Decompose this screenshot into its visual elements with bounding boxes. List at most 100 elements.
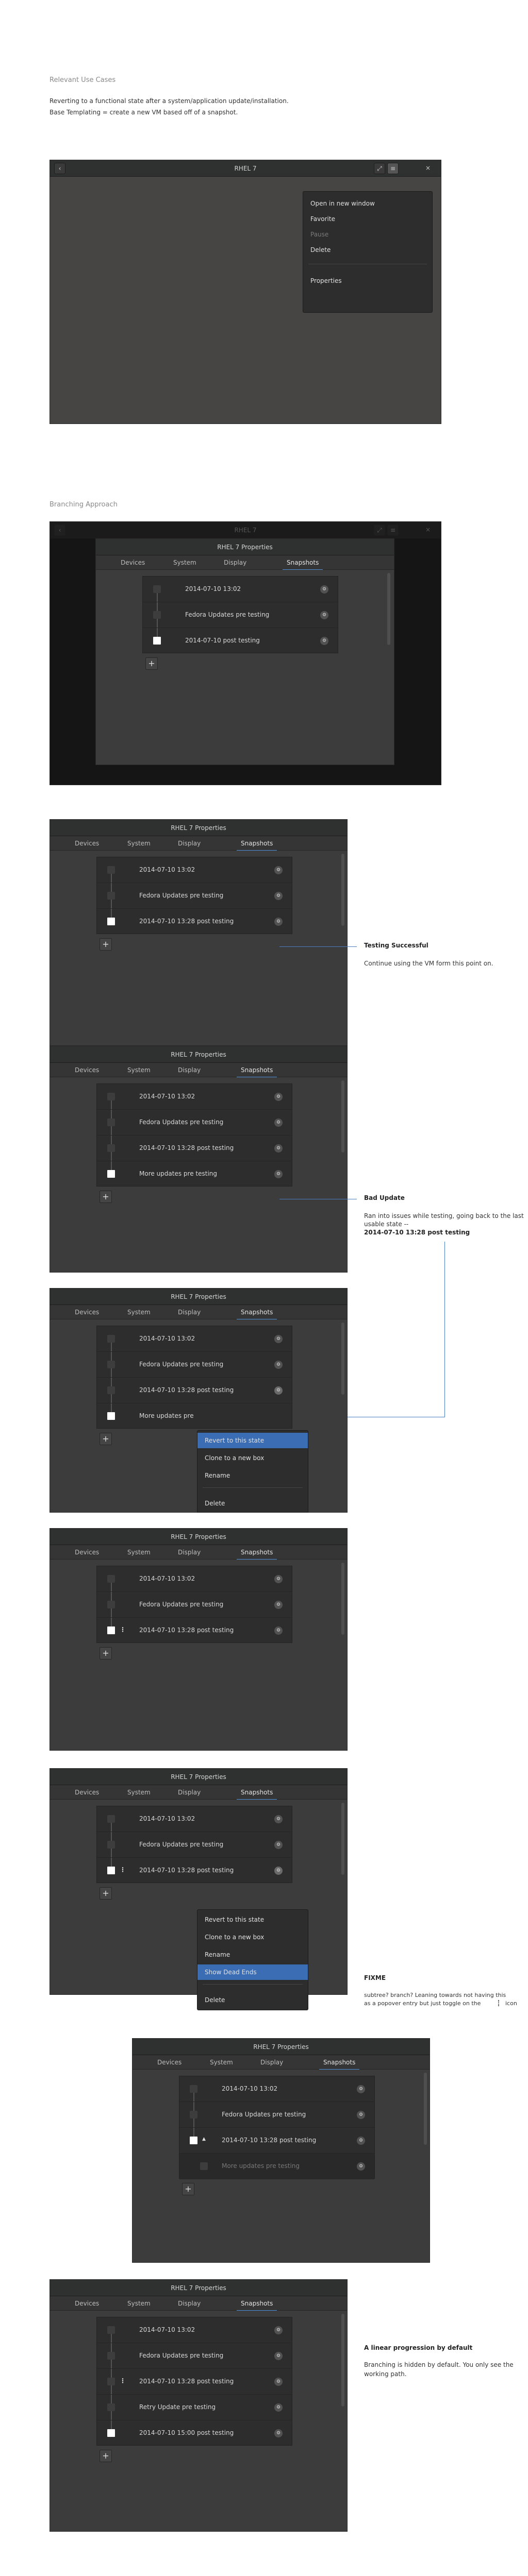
snapshot-row[interactable]: Fedora Updates pre testing ⚙ [97, 883, 292, 909]
gear-icon[interactable]: ⚙ [274, 1626, 283, 1635]
menu-delete[interactable]: Delete [197, 1496, 308, 1511]
snapshot-row-current[interactable]: ▲ 2014-07-10 13:28 post testing ⚙ [179, 2128, 374, 2154]
gear-icon[interactable]: ⚙ [274, 2326, 283, 2334]
branch-dots-icon[interactable]: ⋮ [120, 2377, 126, 2384]
tab-snapshots[interactable]: Snapshots [236, 1309, 277, 1320]
snapshot-row[interactable]: 2014-07-10 13:28 post testing ⚙ [97, 1136, 292, 1161]
gear-icon[interactable]: ⚙ [274, 2429, 283, 2437]
collapse-triangle-icon[interactable]: ▲ [202, 2137, 206, 2142]
tab-devices[interactable]: Devices [157, 2059, 182, 2066]
tab-devices[interactable]: Devices [75, 1309, 99, 1316]
add-snapshot-button[interactable]: + [100, 2450, 112, 2462]
tab-system[interactable]: System [127, 2300, 151, 2307]
menu-clone[interactable]: Clone to a new box [197, 1929, 308, 1945]
menu-clone[interactable]: Clone to a new box [197, 1450, 308, 1466]
menu-favorite[interactable]: Favorite [303, 211, 432, 227]
close-icon[interactable]: × [422, 524, 434, 536]
snapshot-row[interactable]: 2014-07-10 13:02 ⚙ [97, 857, 292, 883]
snapshot-row[interactable]: 2014-07-10 13:02 ⚙ [97, 1084, 292, 1110]
tab-system[interactable]: System [127, 1789, 151, 1796]
close-icon[interactable]: × [422, 163, 434, 174]
tab-display[interactable]: Display [260, 2059, 283, 2066]
snapshot-row-current[interactable]: 2014-07-10 13:28 post testing ⚙ [97, 909, 292, 935]
menu-show-dead-ends[interactable]: Show Dead Ends [197, 1964, 308, 1980]
scrollbar[interactable] [387, 573, 390, 645]
snapshot-row-current[interactable]: More updates pre testing ⚙ [97, 1161, 292, 1187]
gear-icon[interactable]: ⚙ [274, 1815, 283, 1823]
snapshot-row[interactable]: Fedora Updates pre testing ⚙ [97, 1110, 292, 1136]
scrollbar[interactable] [341, 1563, 344, 1635]
gear-icon[interactable]: ⚙ [274, 1841, 283, 1849]
snapshot-row[interactable]: Retry Update pre testing ⚙ [97, 2395, 292, 2420]
tab-snapshots[interactable]: Snapshots [236, 1066, 277, 1078]
snapshot-row-current[interactable]: More updates pre [97, 1403, 292, 1429]
menu-rename[interactable]: Rename [197, 1947, 308, 1962]
snapshot-row-current[interactable]: ⋮ 2014-07-10 13:28 post testing ⚙ [97, 1858, 292, 1884]
tab-snapshots[interactable]: Snapshots [236, 840, 277, 851]
tab-display[interactable]: Display [178, 1066, 201, 1074]
menu-rename[interactable]: Rename [197, 1468, 308, 1483]
tab-snapshots[interactable]: Snapshots [319, 2059, 360, 2070]
gear-icon[interactable]: ⚙ [274, 866, 283, 874]
tab-system[interactable]: System [210, 2059, 233, 2066]
gear-icon[interactable]: ⚙ [274, 2403, 283, 2412]
scrollbar[interactable] [424, 2073, 427, 2145]
menu-icon[interactable]: ≡ [387, 524, 399, 536]
snapshot-row[interactable]: Fedora Updates pre testing ⚙ [179, 2102, 374, 2128]
tab-display[interactable]: Display [178, 1549, 201, 1556]
add-snapshot-button[interactable]: + [100, 1647, 112, 1659]
menu-icon[interactable]: ≡ [387, 163, 399, 174]
add-snapshot-button[interactable]: + [100, 1191, 112, 1203]
gear-icon[interactable]: ⚙ [320, 611, 328, 619]
snapshot-row[interactable]: 2014-07-10 13:02 ⚙ [97, 1326, 292, 1352]
menu-delete[interactable]: Delete [303, 242, 432, 258]
snapshot-row[interactable]: 2014-07-10 13:28 post testing ⚙ [97, 1378, 292, 1403]
gear-icon[interactable]: ⚙ [357, 2137, 365, 2145]
snapshot-row[interactable]: 2014-07-10 13:02 ⚙ [97, 2317, 292, 2343]
scrollbar[interactable] [341, 1323, 344, 1395]
snapshot-row[interactable]: Fedora Updates pre testing ⚙ [97, 1352, 292, 1378]
tab-devices[interactable]: Devices [75, 1549, 99, 1556]
add-snapshot-button[interactable]: + [145, 657, 158, 670]
tab-display[interactable]: Display [178, 1789, 201, 1796]
add-snapshot-button[interactable]: + [182, 2183, 194, 2195]
snapshot-row-current[interactable]: 2014-07-10 15:00 post testing ⚙ [97, 2420, 292, 2446]
snapshot-row[interactable]: 2014-07-10 13:02 ⚙ [179, 2076, 374, 2102]
add-snapshot-button[interactable]: + [100, 1887, 112, 1900]
scrollbar[interactable] [341, 2314, 344, 2406]
gear-icon[interactable]: ⚙ [274, 1144, 283, 1153]
snapshot-row-current[interactable]: 2014-07-10 post testing ⚙ [143, 628, 338, 654]
tab-devices[interactable]: Devices [75, 1066, 99, 1074]
snapshot-row[interactable]: 2014-07-10 13:02 ⚙ [143, 577, 338, 602]
gear-icon[interactable]: ⚙ [274, 918, 283, 926]
gear-icon[interactable]: ⚙ [274, 1118, 283, 1127]
snapshot-row[interactable]: 2014-07-10 13:02 ⚙ [97, 1806, 292, 1832]
gear-icon[interactable]: ⚙ [274, 1386, 283, 1395]
gear-icon[interactable]: ⚙ [274, 1170, 283, 1178]
tab-snapshots[interactable]: Snapshots [236, 1549, 277, 1560]
gear-icon[interactable]: ⚙ [274, 892, 283, 900]
tab-snapshots[interactable]: Snapshots [236, 2300, 277, 2311]
snapshot-row-dead-end[interactable]: More updates pre testing ⚙ [179, 2154, 374, 2179]
gear-icon[interactable]: ⚙ [274, 1335, 283, 1343]
menu-delete[interactable]: Delete [197, 1992, 308, 2008]
snapshot-row[interactable]: ⋮ 2014-07-10 13:28 post testing ⚙ [97, 2369, 292, 2395]
add-snapshot-button[interactable]: + [100, 1433, 112, 1445]
fullscreen-icon[interactable]: ⤢ [374, 524, 385, 536]
scrollbar[interactable] [341, 1080, 344, 1153]
tab-system[interactable]: System [127, 1309, 151, 1316]
add-snapshot-button[interactable]: + [100, 938, 112, 951]
snapshot-row[interactable]: 2014-07-10 13:02 ⚙ [97, 1566, 292, 1592]
gear-icon[interactable]: ⚙ [357, 2162, 365, 2171]
tab-display[interactable]: Display [178, 1309, 201, 1316]
menu-revert[interactable]: Revert to this state [197, 1433, 308, 1448]
gear-icon[interactable]: ⚙ [357, 2111, 365, 2119]
gear-icon[interactable]: ⚙ [274, 2352, 283, 2360]
tab-snapshots[interactable]: Snapshots [236, 1789, 277, 1800]
branch-dots-icon[interactable]: ⋮ [120, 1866, 126, 1873]
scrollbar[interactable] [341, 1803, 344, 1875]
snapshot-row[interactable]: Fedora Updates pre testing ⚙ [97, 1832, 292, 1858]
gear-icon[interactable]: ⚙ [274, 1867, 283, 1875]
gear-icon[interactable]: ⚙ [357, 2085, 365, 2093]
tab-system[interactable]: System [173, 559, 196, 566]
